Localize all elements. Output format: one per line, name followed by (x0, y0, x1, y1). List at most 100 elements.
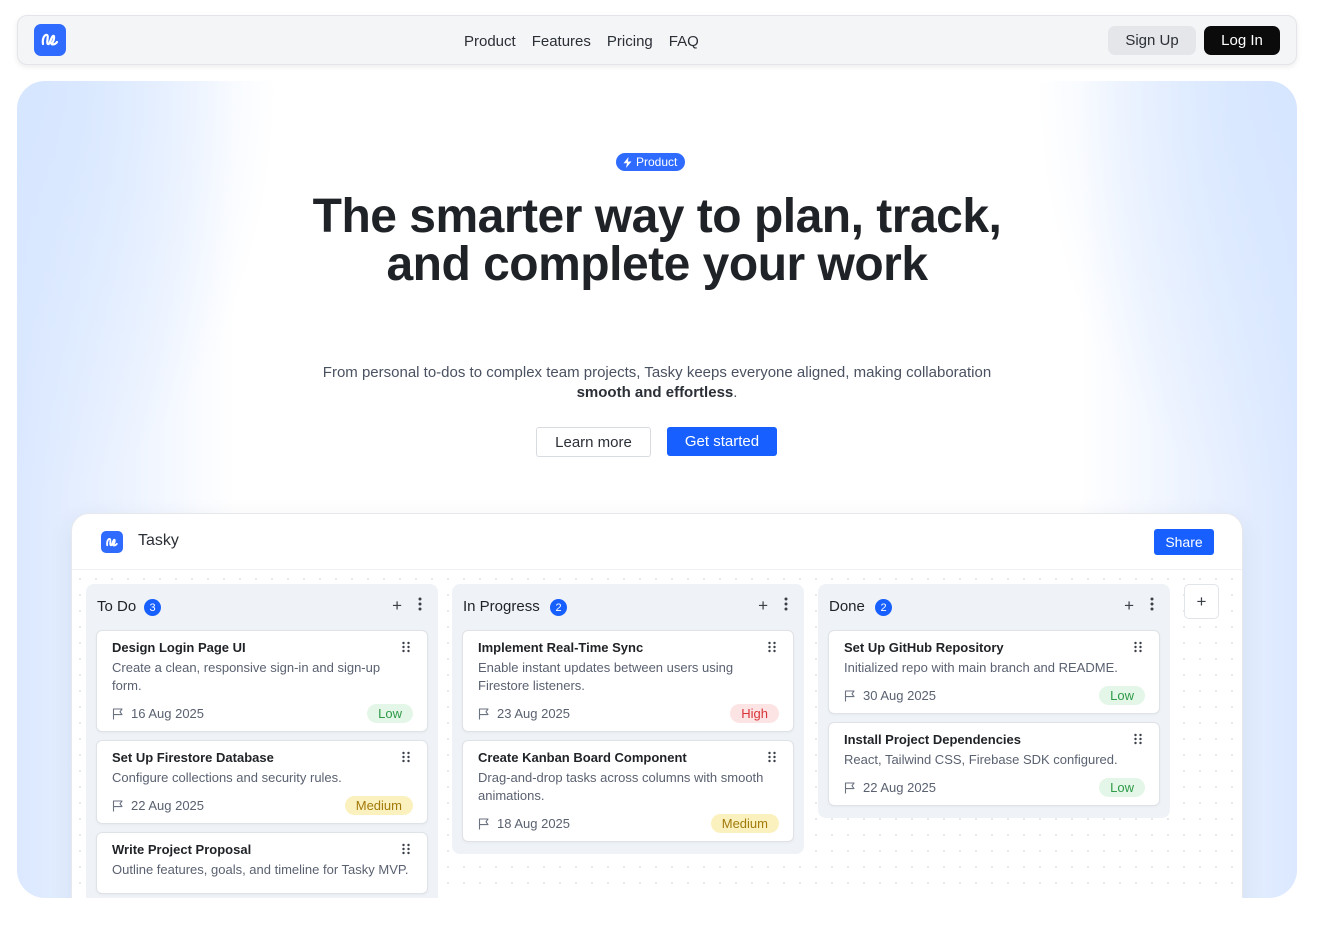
flag-icon (844, 781, 855, 793)
nav-link-faq[interactable]: FAQ (669, 33, 699, 50)
column-count-badge: 2 (875, 599, 892, 616)
task-footer: 22 Aug 2025 Low (844, 775, 1145, 805)
drag-handle-icon[interactable] (767, 641, 777, 653)
task-card[interactable]: Implement Real-Time Sync Enable instant u… (462, 630, 794, 732)
flag-icon (478, 707, 489, 719)
task-title: Set Up GitHub Repository (844, 640, 1004, 655)
add-task-icon[interactable]: + (1124, 596, 1134, 616)
kanban-column: Done 2 + Set Up GitHub Repository Initialize… (818, 584, 1170, 818)
column-title: To Do (97, 598, 137, 615)
add-task-icon[interactable]: + (758, 596, 768, 616)
kanban-board: + To Do 3 + Design Login Page UI Create a cl… (72, 571, 1242, 898)
more-options-icon[interactable] (1150, 597, 1154, 615)
kanban-column: To Do 3 + Design Login Page UI Create a clea… (86, 584, 438, 898)
task-footer: 18 Aug 2025 Medium (478, 811, 779, 841)
task-card[interactable]: Write Project Proposal Outline features, … (96, 832, 428, 894)
task-description: React, Tailwind CSS, Firebase SDK config… (844, 752, 1118, 767)
due-date-label: 22 Aug 2025 (131, 798, 205, 813)
badge-label: Product (636, 155, 678, 169)
due-date: 16 Aug 2025 (112, 706, 204, 721)
flag-icon (112, 707, 123, 719)
task-description: Drag-and-drop tasks across columns with … (478, 770, 764, 803)
task-description: Enable instant updates between users usi… (478, 660, 734, 693)
get-started-button[interactable]: Get started (667, 427, 777, 456)
nav-link-features[interactable]: Features (532, 33, 591, 50)
column-header: In Progress 2 + (452, 584, 804, 630)
add-column-button[interactable]: + (1184, 584, 1219, 619)
task-description: Outline features, goals, and timeline fo… (112, 862, 409, 877)
flag-icon (844, 689, 855, 701)
lightning-icon (623, 156, 632, 168)
nav-link-pricing[interactable]: Pricing (607, 33, 653, 50)
hero-section: Product The smarter way to plan, track, … (17, 81, 1297, 898)
hero-headline: The smarter way to plan, track, and comp… (312, 190, 1002, 291)
drag-handle-icon[interactable] (401, 751, 411, 763)
drag-handle-icon[interactable] (1133, 733, 1143, 745)
task-title: Write Project Proposal (112, 842, 252, 857)
priority-badge: High (730, 704, 779, 723)
task-title: Install Project Dependencies (844, 732, 1022, 747)
due-date: 30 Aug 2025 (844, 688, 936, 703)
task-title: Create Kanban Board Component (478, 750, 687, 765)
due-date-label: 30 Aug 2025 (863, 688, 937, 703)
priority-badge: Medium (710, 814, 779, 833)
flag-icon (478, 817, 489, 829)
column-count-badge: 2 (550, 599, 567, 616)
task-title: Set Up Firestore Database (112, 750, 274, 765)
task-footer: 16 Aug 2025 Low (112, 701, 413, 731)
drag-handle-icon[interactable] (767, 751, 777, 763)
priority-badge: Medium (344, 796, 413, 815)
task-footer: 30 Aug 2025 Low (844, 683, 1145, 713)
task-card[interactable]: Set Up GitHub Repository Initialized repo… (828, 630, 1160, 714)
drag-handle-icon[interactable] (1133, 641, 1143, 653)
add-task-icon[interactable]: + (392, 596, 402, 616)
tasky-logo-icon (101, 531, 123, 553)
hero-subtitle: From personal to-dos to complex team pro… (317, 363, 997, 403)
subtitle-bold: smooth and effortless (576, 384, 734, 401)
task-title: Implement Real-Time Sync (478, 640, 644, 655)
column-title: In Progress (463, 598, 540, 615)
drag-handle-icon[interactable] (401, 641, 411, 653)
priority-badge: Low (1099, 686, 1145, 705)
app-title: Tasky (138, 532, 179, 549)
due-date: 18 Aug 2025 (478, 816, 570, 831)
priority-badge: Low (367, 704, 413, 723)
due-date: 22 Aug 2025 (844, 780, 936, 795)
priority-badge: Low (1099, 778, 1145, 797)
task-description: Configure collections and security rules… (112, 770, 342, 785)
share-button[interactable]: Share (1154, 529, 1214, 555)
nav-links: Product Features Pricing FAQ (464, 16, 699, 66)
task-title: Design Login Page UI (112, 640, 246, 655)
due-date: 22 Aug 2025 (112, 798, 204, 813)
task-footer: 22 Aug 2025 Medium (112, 793, 413, 823)
task-description: Initialized repo with main branch and RE… (844, 660, 1118, 675)
kanban-column: In Progress 2 + Implement Real-Time Sync Ena… (452, 584, 804, 854)
task-card[interactable]: Design Login Page UI Create a clean, resp… (96, 630, 428, 732)
due-date: 23 Aug 2025 (478, 706, 570, 721)
learn-more-button[interactable]: Learn more (536, 427, 651, 457)
flag-icon (112, 799, 123, 811)
product-badge: Product (616, 153, 686, 171)
drag-handle-icon[interactable] (401, 843, 411, 855)
due-date-label: 22 Aug 2025 (863, 780, 937, 795)
column-header: Done 2 + (818, 584, 1170, 630)
login-button[interactable]: Log In (1204, 26, 1280, 55)
top-navbar: Product Features Pricing FAQ Sign Up Log… (17, 15, 1297, 65)
column-count-badge: 3 (144, 599, 161, 616)
due-date-label: 23 Aug 2025 (497, 706, 571, 721)
task-card[interactable]: Create Kanban Board Component Drag-and-dr… (462, 740, 794, 842)
column-header: To Do 3 + (86, 584, 438, 630)
column-title: Done (829, 598, 865, 615)
tasky-logo-icon[interactable] (34, 24, 66, 56)
subtitle-text: From personal to-dos to complex team pro… (322, 364, 992, 381)
due-date-label: 18 Aug 2025 (497, 816, 571, 831)
nav-link-product[interactable]: Product (464, 33, 516, 50)
task-description: Create a clean, responsive sign-in and s… (112, 660, 381, 693)
app-preview: Tasky Share + To Do 3 + Design Login Page U… (71, 513, 1243, 898)
task-card[interactable]: Set Up Firestore Database Configure colle… (96, 740, 428, 824)
more-options-icon[interactable] (784, 597, 788, 615)
task-footer: 23 Aug 2025 High (478, 701, 779, 731)
more-options-icon[interactable] (418, 597, 422, 615)
signup-button[interactable]: Sign Up (1108, 26, 1196, 55)
task-card[interactable]: Install Project Dependencies React, Tailw… (828, 722, 1160, 806)
